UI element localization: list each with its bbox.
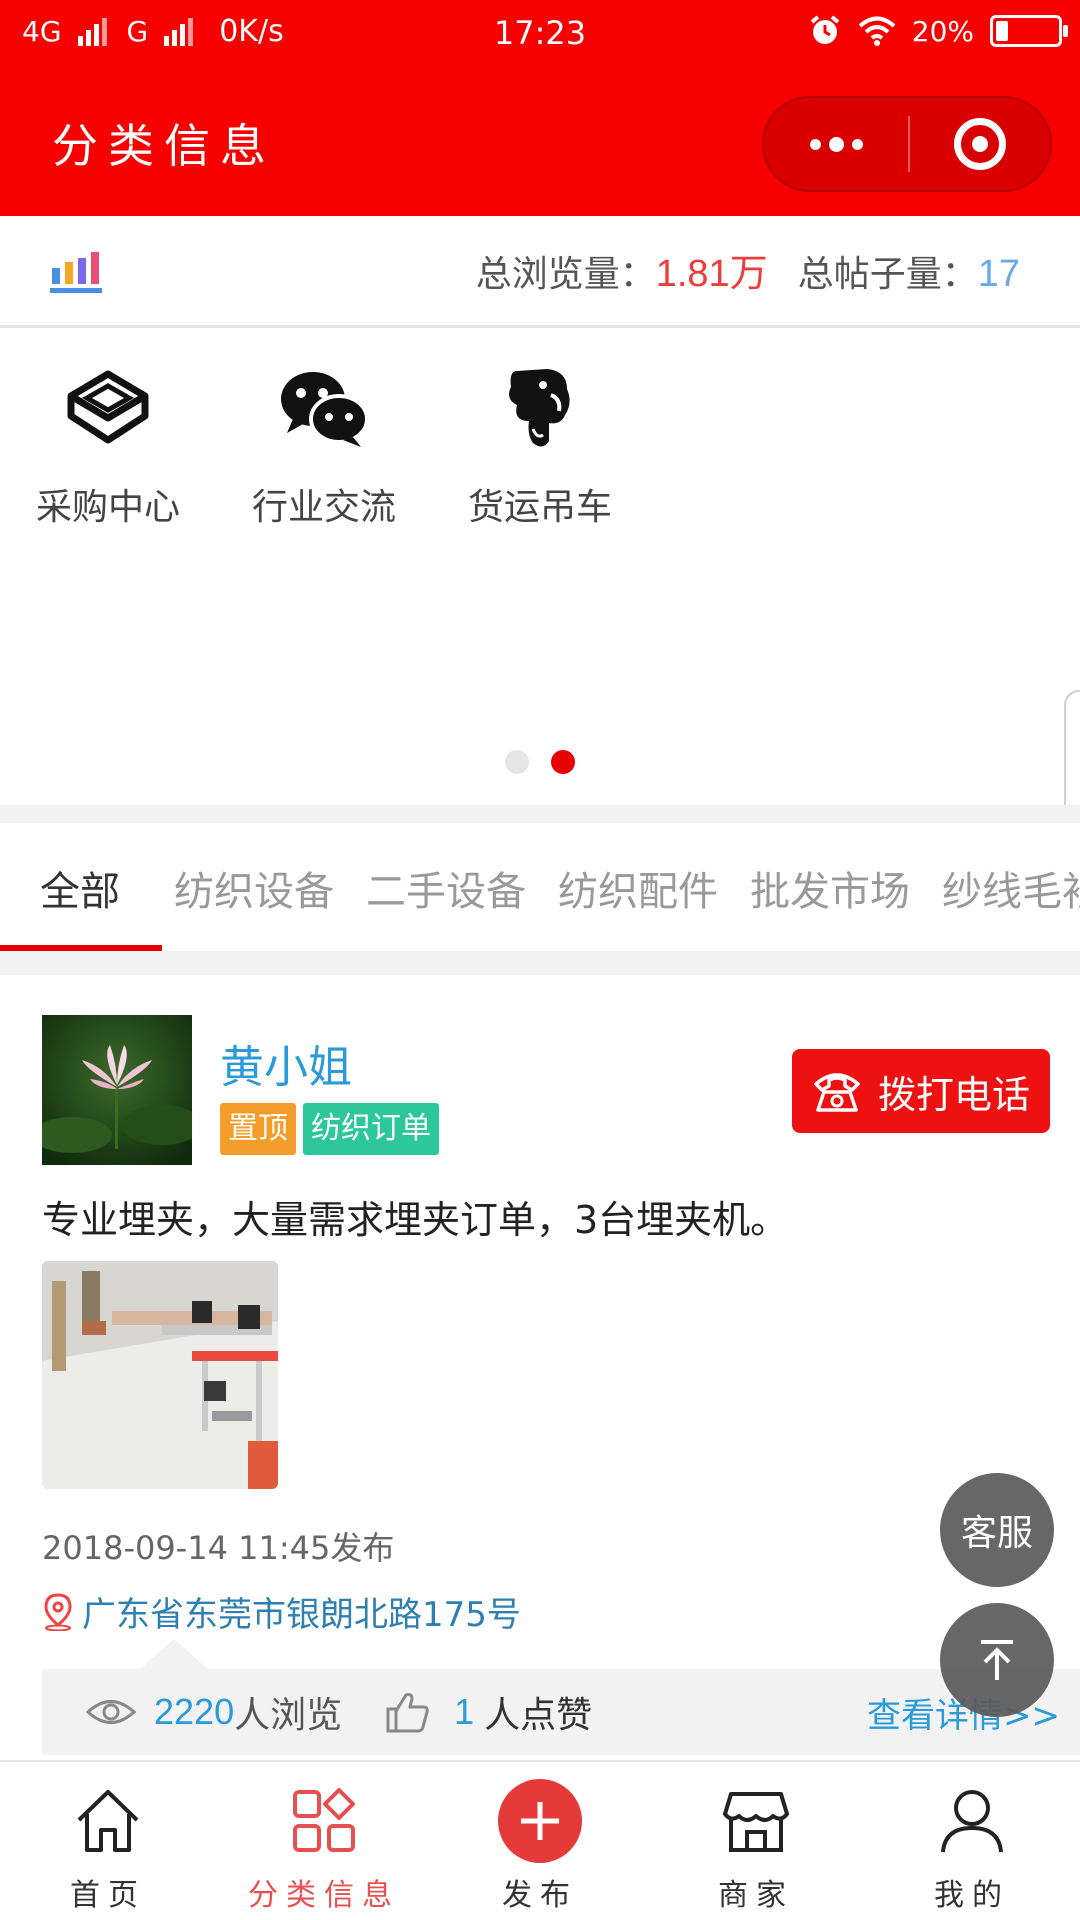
- category-tabs: 全部 纺织设备 二手设备 纺织配件 批发市场 纱线毛衫: [0, 823, 1080, 951]
- likes-count: 1: [454, 1691, 475, 1732]
- post-time: 2018-09-14 11:45发布: [42, 1529, 395, 1567]
- tabbar-item-merchant[interactable]: 商家: [648, 1780, 864, 1914]
- tabbar-label: 发布: [502, 1878, 578, 1913]
- posts-label: 总帖子量：: [797, 254, 978, 295]
- elephant-icon: [492, 360, 588, 456]
- stats-summary: 总浏览量： 1.81万 总帖子量： 17: [476, 242, 1020, 297]
- pinned-badge: 置顶: [220, 1103, 296, 1155]
- back-to-top-button[interactable]: [940, 1603, 1054, 1717]
- tab-textile-parts[interactable]: 纺织配件: [558, 859, 718, 917]
- stats-row: 总浏览量： 1.81万 总帖子量： 17: [0, 216, 1080, 328]
- more-dots-icon: [828, 136, 844, 152]
- page-title: 分类信息: [52, 119, 276, 173]
- post-image[interactable]: [42, 1261, 278, 1489]
- bottom-tab-bar: 首页 分类信息 发布 商家 我的: [0, 1760, 1080, 1920]
- tabbar-label: 商家: [718, 1878, 794, 1913]
- category-label: 采购中心: [35, 487, 180, 528]
- tabbar-item-category[interactable]: 分类信息: [216, 1780, 432, 1914]
- views-suffix: 人浏览: [234, 1695, 343, 1736]
- wifi-icon: [858, 16, 896, 46]
- views-count: 2220: [154, 1691, 235, 1732]
- bar-chart-icon: [50, 252, 102, 293]
- battery-fill: [996, 21, 1008, 41]
- battery-icon: [990, 15, 1068, 47]
- plus-icon: [432, 1779, 648, 1863]
- call-button-label: 拨打电话: [877, 1072, 1030, 1117]
- views-value: 1.81万: [655, 253, 768, 295]
- category-carousel: 采购中心 行业交流 货运吊车: [0, 330, 1080, 805]
- post-location[interactable]: 广东省东莞市银朗北路175号: [42, 1587, 521, 1636]
- user-name[interactable]: 黄小姐: [220, 1031, 352, 1095]
- target-icon: [954, 118, 1006, 170]
- location-text: 广东省东莞市银朗北路175号: [82, 1595, 521, 1635]
- battery-percent: 20%: [911, 14, 974, 48]
- post-card: 黄小姐 置顶 纺织订单 拨打电话 专业埋夹，大量需求埋夹订单，3台埋夹机。 20…: [0, 975, 1080, 1760]
- tabbar-item-mine[interactable]: 我的: [864, 1780, 1080, 1914]
- avatar[interactable]: [42, 1015, 192, 1165]
- status-right: 20%: [808, 14, 1068, 48]
- category-item-purchase[interactable]: 采购中心: [18, 360, 198, 530]
- tabbar-item-home[interactable]: 首页: [0, 1780, 216, 1914]
- home-icon: [0, 1780, 216, 1862]
- category-item-freight[interactable]: 货运吊车: [450, 360, 630, 530]
- category-label: 行业交流: [251, 487, 396, 528]
- arrow-up-icon: [981, 1640, 1013, 1680]
- posts-value: 17: [977, 253, 1020, 295]
- section-divider: [0, 805, 1080, 823]
- carousel-indicator: [0, 750, 1080, 774]
- tab-yarn-sweater[interactable]: 纱线毛衫: [942, 859, 1080, 917]
- call-button[interactable]: 拨打电话: [792, 1049, 1050, 1133]
- tabbar-label: 首页: [70, 1878, 146, 1913]
- thumbs-up-icon[interactable]: [384, 1689, 430, 1735]
- post-content: 专业埋夹，大量需求埋夹订单，3台埋夹机。: [42, 1198, 789, 1242]
- location-pin-icon: [44, 1592, 72, 1631]
- tabbar-label: 我的: [934, 1878, 1010, 1913]
- close-miniprogram-button[interactable]: [910, 98, 1050, 190]
- tabbar-item-publish[interactable]: 发布: [432, 1779, 648, 1914]
- post-meta-bar: 2220 人浏览 1 人点赞 查看详情>>: [42, 1669, 1080, 1755]
- carousel-dot[interactable]: [505, 750, 529, 774]
- likes-suffix: 人点赞: [484, 1695, 593, 1736]
- customer-service-label: 客服: [960, 1513, 1033, 1554]
- user-icon: [864, 1780, 1080, 1862]
- tab-textile-equipment[interactable]: 纺织设备: [174, 859, 334, 917]
- tab-all[interactable]: 全部: [40, 859, 120, 917]
- status-bar: 4G G 0K/s 17:23 20%: [0, 0, 1080, 72]
- alarm-icon: [810, 15, 840, 44]
- more-menu-button[interactable]: [764, 98, 908, 190]
- shop-icon: [648, 1780, 864, 1862]
- more-dots-icon: [851, 138, 863, 150]
- phone-icon: [814, 1073, 860, 1112]
- nav-bar: 分类信息: [0, 72, 1080, 216]
- section-divider: [0, 951, 1080, 975]
- carousel-dot-active[interactable]: [551, 750, 575, 774]
- eye-icon: [86, 1700, 136, 1724]
- more-dots-icon: [809, 138, 821, 150]
- wechat-icon: [276, 360, 372, 456]
- customer-service-button[interactable]: 客服: [940, 1473, 1054, 1587]
- category-label: 货运吊车: [467, 487, 612, 528]
- tab-used-equipment[interactable]: 二手设备: [366, 859, 526, 917]
- tabbar-label: 分类信息: [248, 1878, 400, 1913]
- views-label: 总浏览量：: [475, 254, 656, 295]
- category-badge: 纺织订单: [303, 1103, 439, 1155]
- box-icon: [60, 360, 156, 456]
- category-item-exchange[interactable]: 行业交流: [234, 360, 414, 530]
- tab-wholesale-market[interactable]: 批发市场: [750, 859, 910, 917]
- miniprogram-capsule: [762, 96, 1052, 192]
- meta-pointer: [140, 1639, 208, 1669]
- grid-icon: [216, 1780, 432, 1862]
